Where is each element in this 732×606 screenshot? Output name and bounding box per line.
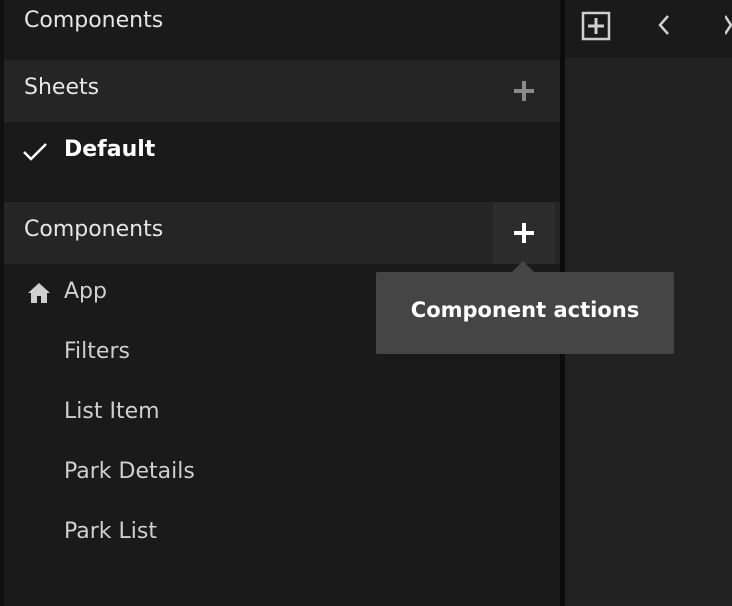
component-item-park-details[interactable]: Park Details	[4, 444, 560, 504]
sheet-item-label: Default	[64, 137, 156, 162]
panel-title: Components	[24, 8, 164, 33]
sheets-section-header: Sheets	[4, 60, 560, 122]
component-item-label: App	[64, 279, 107, 304]
plus-icon	[514, 81, 534, 101]
canvas-toolbar	[565, 0, 732, 58]
component-item-label: Park Details	[64, 459, 195, 484]
component-item-list-item[interactable]: List Item	[4, 384, 560, 444]
checkmark-icon	[23, 143, 47, 161]
components-header-label: Components	[24, 217, 164, 242]
tooltip-text: Component actions	[410, 298, 640, 322]
component-actions-tooltip: Component actions	[376, 272, 674, 354]
home-icon	[28, 283, 50, 303]
add-component-button[interactable]	[493, 202, 555, 264]
add-square-icon[interactable]	[580, 10, 612, 42]
plus-icon	[514, 223, 534, 243]
component-item-park-list[interactable]: Park List	[4, 504, 560, 564]
sheets-header-label: Sheets	[24, 75, 100, 100]
chevron-left-icon[interactable]	[655, 13, 673, 37]
components-section-header: Components	[4, 202, 560, 264]
add-sheet-button[interactable]	[493, 60, 555, 122]
component-item-label: Park List	[64, 519, 157, 544]
chevron-right-icon[interactable]	[725, 13, 732, 37]
sheet-item-default[interactable]: Default	[4, 122, 560, 182]
component-item-label: List Item	[64, 399, 160, 424]
component-item-label: Filters	[64, 339, 130, 364]
tooltip-arrow	[512, 261, 534, 272]
